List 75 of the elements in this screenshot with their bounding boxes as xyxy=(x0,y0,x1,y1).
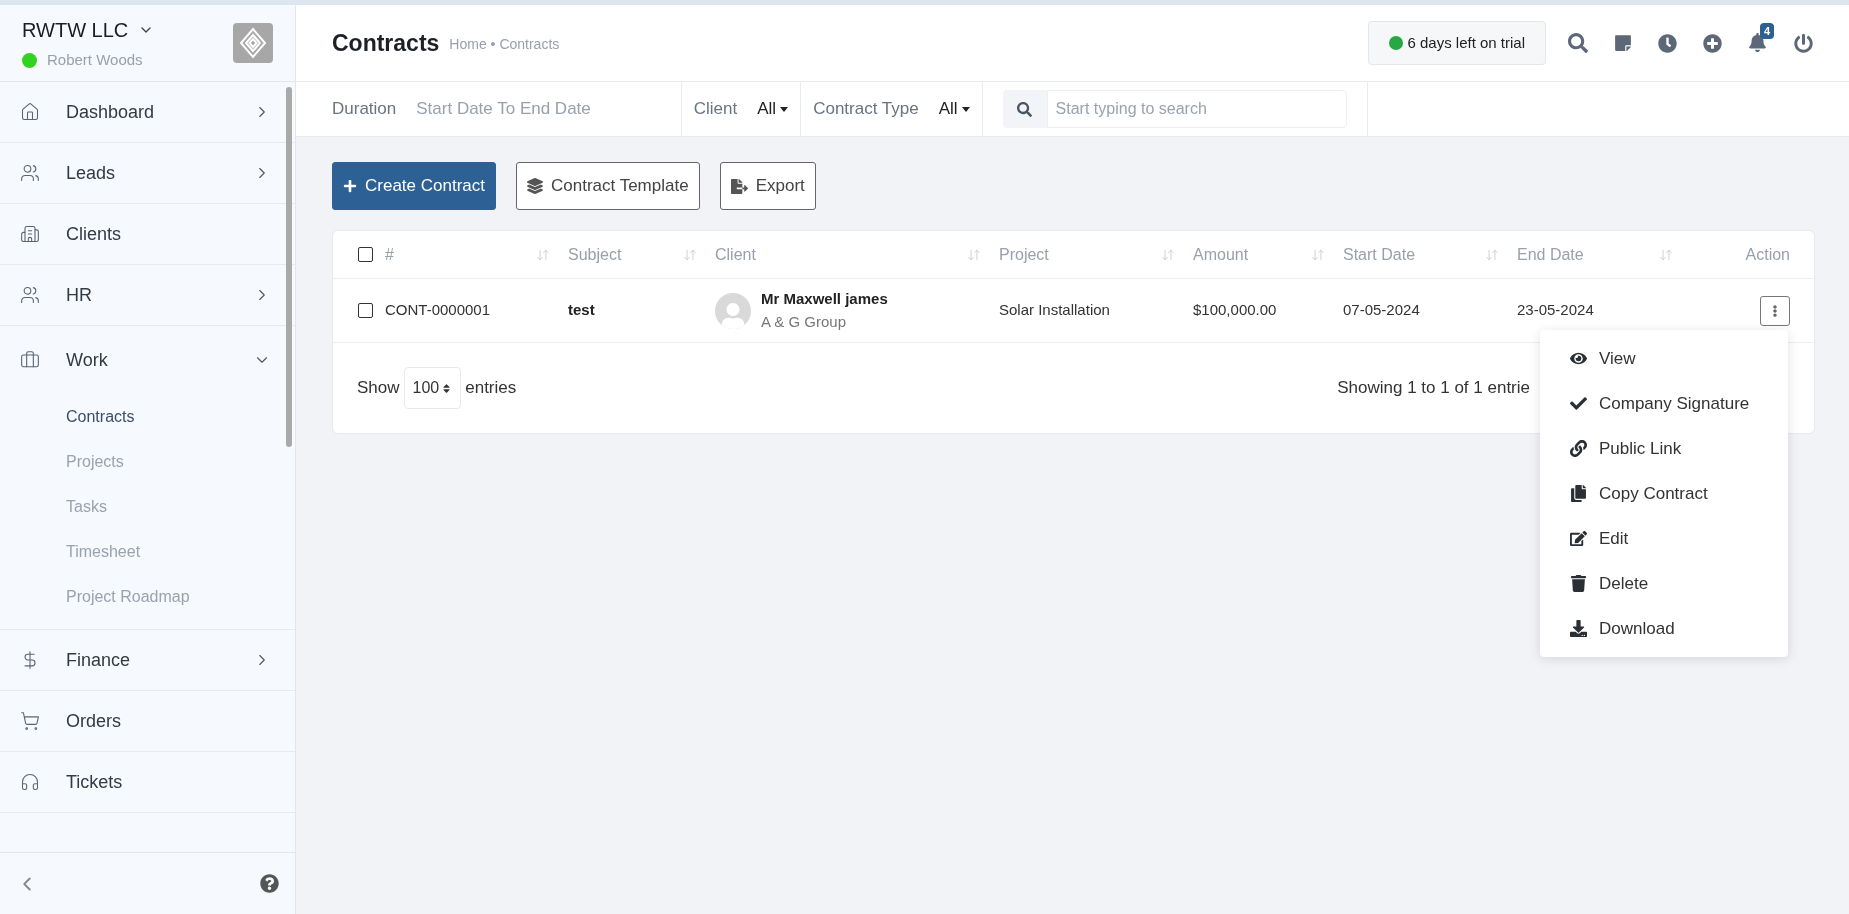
clock-icon[interactable] xyxy=(1658,33,1677,53)
checkbox[interactable] xyxy=(358,303,373,318)
export-button[interactable]: Export xyxy=(719,162,816,210)
sidebar-item[interactable]: Work xyxy=(0,326,295,394)
copy-icon xyxy=(1570,485,1587,502)
filter-label: Client xyxy=(693,98,738,121)
table-cell-text: $100,000.00 xyxy=(1193,300,1278,321)
link-icon xyxy=(1570,440,1587,457)
scrollbar[interactable] xyxy=(286,87,292,447)
page-title: Contracts xyxy=(332,28,440,58)
sidebar-item[interactable]: Orders xyxy=(0,691,295,751)
table-cell-text: test xyxy=(568,300,596,321)
sidebar-item[interactable]: Tickets xyxy=(0,752,295,812)
menu-item[interactable]: Edit xyxy=(1540,516,1788,561)
page-size-select[interactable]: 100 xyxy=(403,367,462,409)
menu-item[interactable]: Copy Contract xyxy=(1540,471,1788,516)
menu-item[interactable]: Delete xyxy=(1540,561,1788,606)
people-icon xyxy=(20,285,40,305)
more-button[interactable] xyxy=(1760,295,1790,326)
filter-label: Contract Type xyxy=(813,98,919,121)
pagination-summary: Showing 1 to 1 of 1 entrie xyxy=(1337,377,1530,400)
filter-label: Duration xyxy=(332,98,397,121)
search-icon xyxy=(1017,101,1033,117)
table-cell-text: Solar Installation xyxy=(999,300,1111,321)
company-name[interactable]: RWTW LLC xyxy=(22,14,129,45)
client-company: A & G Group xyxy=(761,311,848,332)
menu-item[interactable]: View xyxy=(1540,336,1788,381)
power-icon[interactable] xyxy=(1794,33,1813,53)
user-name: Robert Woods xyxy=(47,49,143,70)
submenu-item[interactable]: Contracts xyxy=(0,394,295,439)
menu-item[interactable]: Company Signature xyxy=(1540,381,1788,426)
breadcrumb: Home • Contracts xyxy=(449,35,560,54)
headset-icon xyxy=(20,772,40,792)
sidebar-item[interactable]: Finance xyxy=(0,630,295,690)
layers-icon xyxy=(527,178,543,194)
search-field[interactable]: Start typing to search xyxy=(1046,90,1347,128)
sidebar-item[interactable]: Dashboard xyxy=(0,82,295,142)
sidebar-item[interactable]: HR xyxy=(0,265,295,325)
checkbox[interactable] xyxy=(358,247,373,262)
download-icon xyxy=(1570,620,1587,637)
menu-item[interactable]: Download xyxy=(1540,606,1788,651)
search-icon[interactable] xyxy=(1568,33,1588,53)
note-icon[interactable] xyxy=(1614,34,1632,52)
trial-badge[interactable]: 6 days left on trial xyxy=(1368,21,1546,65)
briefcase-icon xyxy=(20,350,40,370)
show-label: Show xyxy=(357,377,400,400)
edit-icon xyxy=(1570,530,1587,547)
client-name[interactable]: Mr Maxwell james xyxy=(761,288,888,311)
eye-icon xyxy=(1570,350,1587,367)
check-icon xyxy=(1570,395,1587,412)
table-cell-text: CONT-0000001 xyxy=(385,300,492,321)
sort-icon xyxy=(441,382,453,394)
add-icon[interactable] xyxy=(1703,33,1722,53)
cart-icon xyxy=(20,711,40,731)
logo-icon xyxy=(233,23,273,63)
type-dropdown[interactable]: All xyxy=(938,96,970,122)
avatar xyxy=(715,292,751,329)
sidebar-item[interactable]: Clients xyxy=(0,204,295,264)
create-button[interactable]: Create Contract xyxy=(332,162,496,210)
table-cell-text: 23-05-2024 xyxy=(1517,300,1595,321)
notification-count: 4 xyxy=(1760,23,1775,39)
menu-item[interactable]: Public Link xyxy=(1540,426,1788,471)
file-export-icon xyxy=(730,177,748,195)
client-dropdown[interactable]: All xyxy=(757,96,789,122)
sidebar-item[interactable]: Leads xyxy=(0,143,295,203)
building-icon xyxy=(20,224,40,244)
house-icon xyxy=(20,102,40,122)
entries-label: entries xyxy=(465,377,517,400)
plus-icon xyxy=(343,179,357,193)
trash-icon xyxy=(1570,575,1587,592)
people-icon xyxy=(20,163,40,183)
help-icon[interactable] xyxy=(260,874,279,893)
template-button[interactable]: Contract Template xyxy=(516,162,700,210)
bell-icon[interactable] xyxy=(1748,33,1767,52)
table-cell-text: 07-05-2024 xyxy=(1343,300,1421,321)
